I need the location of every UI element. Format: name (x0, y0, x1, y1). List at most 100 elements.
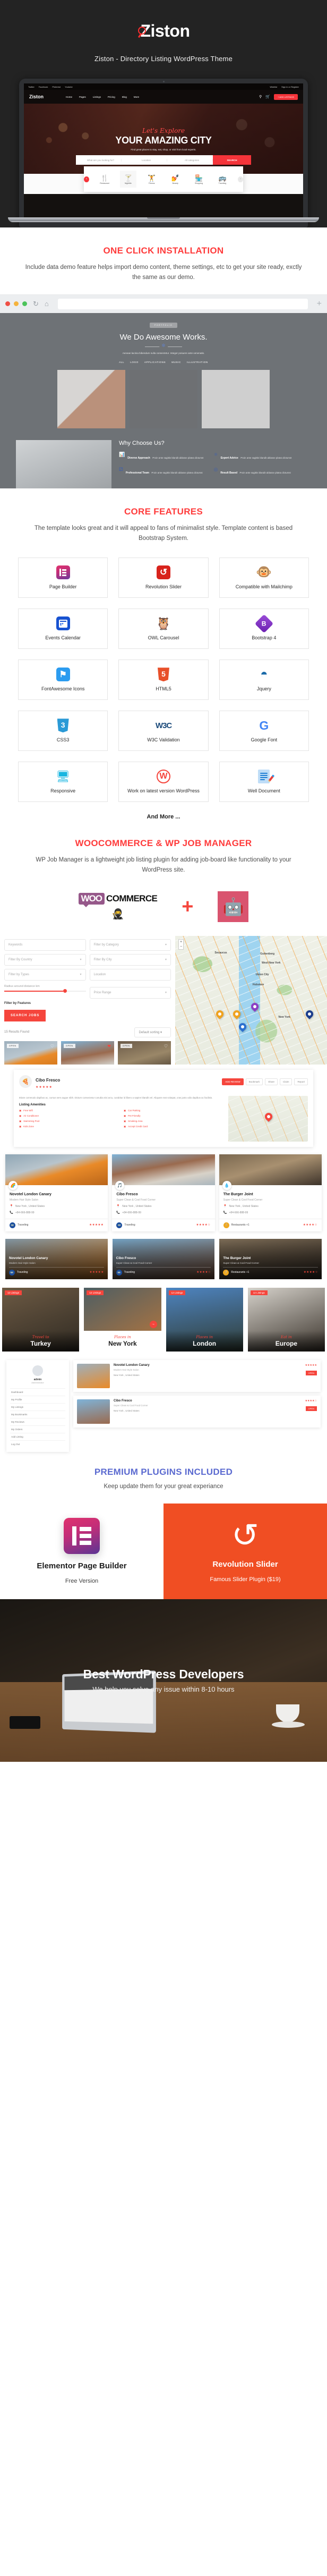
types-select[interactable]: Filter by Types ▾ (4, 968, 86, 981)
menu-blog[interactable]: Blog (122, 96, 127, 98)
cart-icon[interactable]: 🛒 (265, 95, 270, 99)
city-tile-europe[interactable]: 12 Listings Eat in Europe (247, 1287, 325, 1352)
tab-applications[interactable]: APPLICATIONS (144, 361, 166, 364)
address-bar[interactable] (57, 298, 308, 309)
plus-icon[interactable]: + (317, 299, 322, 309)
category-shopping[interactable]: 🏪 Shopping (191, 174, 206, 184)
menu-listings[interactable]: Listings (93, 96, 101, 98)
city-tile-london[interactable]: 12 Listings Places in London (166, 1287, 243, 1352)
minimize-icon[interactable] (14, 301, 19, 307)
add-listings-button[interactable]: + ADD LISTINGS (273, 94, 298, 100)
category-select[interactable]: Filter by Category ▾ (89, 939, 171, 951)
map-pin[interactable] (214, 1009, 226, 1020)
price-range-select[interactable]: Price Range ▾ (89, 986, 171, 999)
feature-card-css3[interactable]: 3 CSS3 (18, 710, 108, 751)
city-select[interactable]: Filter By City ▾ (89, 953, 171, 966)
listing-card[interactable]: 🌈 Novotel London Canary Modern Hair Styl… (5, 1154, 108, 1231)
category-beauty[interactable]: 💅 Beauty (167, 174, 183, 184)
keywords-input[interactable]: Keywords (4, 939, 86, 951)
sorting-select[interactable]: Default sorting ▾ (134, 1027, 171, 1037)
feature-card-page-builder[interactable]: Page Builder (18, 557, 108, 598)
dark-listing-card[interactable]: Cibo Fresco Super Clean & Cool Food Corn… (112, 1238, 215, 1279)
search-category-select[interactable]: All categories (167, 158, 213, 162)
close-icon[interactable] (5, 301, 10, 307)
map-pin[interactable] (237, 1021, 248, 1033)
portfolio-item[interactable] (202, 369, 270, 428)
feature-card-events-calendar[interactable]: Events Calendar (18, 608, 108, 649)
category-restaurant[interactable]: 🍴 Restaurant (97, 174, 113, 184)
bookmark-icon[interactable]: ♡ (50, 1044, 54, 1049)
bookmark-icon[interactable]: ❤ (107, 1044, 111, 1049)
bookmark-button[interactable]: Bookmark (245, 1078, 263, 1085)
feature-card-responsive[interactable]: 🖥 Responsive (18, 761, 108, 802)
radius-slider[interactable] (4, 989, 86, 993)
arrow-right-icon[interactable]: → (149, 1320, 157, 1328)
category-next-arrow[interactable]: › (238, 176, 243, 182)
map-pin[interactable] (263, 1111, 274, 1122)
reload-icon[interactable]: ↻ (33, 300, 39, 308)
portfolio-item[interactable] (57, 369, 125, 428)
feature-card-mailchimp[interactable]: 🐵 Compatible with Mailchimp (219, 557, 309, 598)
category-prev-arrow[interactable]: ‹ (84, 176, 89, 182)
sidebar-item-add-listing[interactable]: Add Listing (10, 1432, 65, 1440)
result-card[interactable]: OPEN ♡ 💧 (118, 1041, 171, 1065)
topbar-pinterest[interactable]: Pinterest (52, 86, 61, 88)
feature-card-owl-carousel[interactable]: 🦉 OWL Carousel (118, 608, 209, 649)
listing-card[interactable]: 💧 The Burger Joint Super Clean & Cool Fo… (219, 1154, 322, 1231)
sidebar-item-my-orders[interactable]: My Orders (10, 1425, 65, 1433)
plugin-elementor[interactable]: Elementor Page Builder Free Version (0, 1503, 164, 1599)
city-tile-new-york[interactable]: 12 Listings → Places in New York (84, 1287, 161, 1352)
portfolio-item[interactable] (130, 369, 197, 428)
tab-all[interactable]: ALL (119, 361, 124, 364)
bookmark-icon[interactable]: ♡ (164, 1044, 168, 1049)
preview-logo[interactable]: Ziston (29, 94, 44, 99)
topbar-facebook[interactable]: Facebook (39, 86, 48, 88)
sidebar-item-my-listings[interactable]: My Listings (10, 1403, 65, 1411)
feature-card-google-font[interactable]: G Google Font (219, 710, 309, 751)
feature-card-wordpress[interactable]: W Work on latest version WordPress (118, 761, 209, 802)
feature-card-fontawesome[interactable]: ⚑ FontAwesome Icons (18, 659, 108, 700)
search-icon[interactable]: ⚲ (259, 95, 262, 99)
menu-pages[interactable]: Pages (79, 96, 86, 98)
dark-listing-card[interactable]: The Burger Joint Super Clean & Cool Food… (219, 1238, 322, 1279)
search-jobs-button[interactable]: SEARCH JOBS (4, 1009, 46, 1021)
claim-button[interactable]: Claim (279, 1078, 292, 1085)
map-zoom-controls[interactable]: + − (178, 939, 184, 950)
feature-card-w3c[interactable]: W3C W3C Validation (118, 710, 209, 751)
topbar-youtube[interactable]: Youtube (65, 86, 73, 88)
plugin-revolution-slider[interactable]: ↺ Revolution Slider Famous Slider Plugin… (164, 1503, 327, 1599)
sidebar-item-dashboard[interactable]: Dashboard (10, 1388, 65, 1396)
map-pin[interactable] (249, 1001, 260, 1012)
search-location-select[interactable]: Location (122, 158, 167, 162)
search-submit-button[interactable]: SEARCH (213, 155, 251, 165)
topbar-wishlist[interactable]: Wishlist (270, 86, 277, 88)
home-icon[interactable]: ⌂ (45, 300, 49, 308)
result-card[interactable]: OPEN ❤ 🎵 (61, 1041, 114, 1065)
feature-card-html5[interactable]: 5 HTML5 (118, 659, 209, 700)
city-tile-turkey[interactable]: 12 Listings Travel to Turkey (2, 1287, 80, 1352)
search-keyword-input[interactable]: What are you looking for? (76, 158, 122, 162)
listing-card[interactable]: 🎵 Cibo Fresco Super Clean & Cool Food Co… (112, 1154, 215, 1231)
category-fitness[interactable]: 🏋 Fitness (144, 174, 160, 184)
location-input[interactable]: Location (89, 968, 171, 981)
feature-card-jquery[interactable]: ◓ Jquery (219, 659, 309, 700)
sidebar-item-my-reviews[interactable]: My Reviews (10, 1417, 65, 1425)
share-button[interactable]: Share (264, 1078, 278, 1085)
sidebar-item-log-out[interactable]: Log Out (10, 1440, 65, 1448)
tab-logo[interactable]: LOGO (130, 361, 139, 364)
detail-map[interactable] (228, 1095, 308, 1142)
country-select[interactable]: Filter By Country ▾ (4, 953, 86, 966)
tab-music[interactable]: MUSIC (171, 361, 181, 364)
add-review-button[interactable]: ADD REVIEW (222, 1078, 244, 1085)
sidebar-item-my-bookmarks[interactable]: My Bookmarks (10, 1410, 65, 1418)
feature-card-bootstrap[interactable]: B Bootstrap 4 (219, 608, 309, 649)
result-card[interactable]: OPEN ♡ 🌈 (4, 1041, 57, 1065)
report-button[interactable]: Report (294, 1078, 308, 1085)
sidebar-item-my-profile[interactable]: My Profile (10, 1395, 65, 1403)
why-video-thumbnail[interactable] (16, 440, 111, 488)
results-map[interactable]: + − Secaucus Guttenberg West New York Uni… (175, 935, 327, 1065)
dashboard-listing-row[interactable]: Novotel London Canary Modern Hair Style … (73, 1359, 321, 1392)
menu-pricing[interactable]: Pricing (108, 96, 115, 98)
menu-home[interactable]: Home (66, 96, 72, 98)
category-nightlife[interactable]: 🍸 Nightlife (120, 171, 136, 188)
